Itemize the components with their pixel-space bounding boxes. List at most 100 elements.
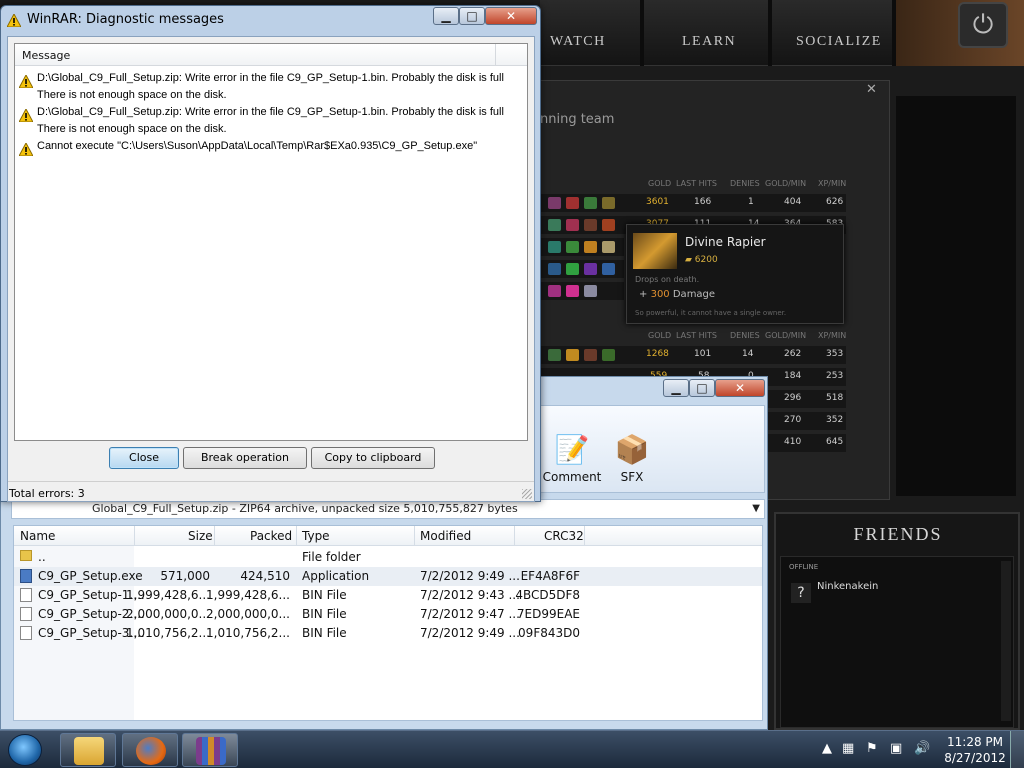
resize-grip[interactable] — [522, 489, 532, 499]
col-packed[interactable]: Packed — [250, 529, 292, 543]
divine-rapier-icon — [633, 233, 677, 269]
item-name: Divine Rapier — [685, 235, 766, 249]
score-row: 270 352 — [766, 412, 846, 430]
volume-icon[interactable]: 🔊 — [914, 741, 930, 756]
close-dialog-button[interactable]: Close — [109, 447, 179, 469]
application-icon — [20, 569, 32, 583]
item-tooltip: Divine Rapier ▰ 6200 Drops on death. + 3… — [626, 224, 844, 324]
taskbar: ▲ ▦ ⚑ ▣ 🔊 11:28 PM 8/27/2012 — [0, 730, 1024, 768]
close-button[interactable]: ✕ — [485, 7, 537, 25]
cell-gold-min: 184 — [784, 371, 802, 381]
col-xp-min: XP/MIN — [818, 331, 847, 340]
cell-gold-min: 262 — [784, 349, 802, 359]
message-line[interactable]: D:\Global_C9_Full_Setup.zip: Write error… — [37, 106, 504, 118]
file-row[interactable]: .. File folder — [14, 548, 762, 567]
copy-to-clipboard-button[interactable]: Copy to clipboard — [311, 447, 435, 469]
clock[interactable]: 11:28 PM 8/27/2012 — [942, 734, 1008, 766]
item-description: So powerful, it cannot have a single own… — [635, 309, 787, 317]
item-note: Drops on death. — [635, 275, 700, 284]
col-message[interactable]: Message — [22, 49, 70, 62]
clock-date: 8/27/2012 — [944, 751, 1006, 765]
message-line[interactable]: There is not enough space on the disk. — [37, 89, 227, 101]
friends-scrollbar[interactable] — [1001, 561, 1011, 721]
item-cost-value: 6200 — [694, 255, 718, 265]
show-hidden-icons-icon[interactable]: ▲ — [822, 741, 832, 756]
file-row[interactable]: C9_GP_Setup-2.... 2,000,000,0... 2,000,000… — [14, 605, 762, 624]
comment-label: Comment — [542, 470, 602, 484]
col-size[interactable]: Size — [188, 529, 213, 543]
taskbar-explorer[interactable] — [60, 733, 116, 767]
nav-separator — [640, 0, 644, 66]
col-last-hits: LAST HITS — [676, 179, 717, 188]
col-gold: GOLD — [648, 331, 672, 340]
offline-section-label: OFFLINE — [789, 563, 819, 571]
maximize-button[interactable]: □ — [689, 379, 715, 397]
col-gold-min: GOLD/MIN — [765, 179, 807, 188]
sfx-icon: 📦 — [614, 433, 650, 466]
col-gold-min: GOLD/MIN — [765, 331, 807, 340]
file-modified: 7/2/2012 9:43 ... — [420, 588, 520, 602]
message-list[interactable]: Message D:\Global_C9_Full_Setup.zip: Wri… — [14, 43, 528, 441]
file-size: 1,010,756,2... — [126, 626, 210, 640]
maximize-button[interactable]: □ — [459, 7, 485, 25]
nav-learn[interactable]: LEARN — [682, 34, 736, 50]
col-modified[interactable]: Modified — [420, 529, 471, 543]
col-type[interactable]: Type — [302, 529, 330, 543]
file-row[interactable]: C9_GP_Setup.exe 571,000 424,510 Application… — [14, 567, 762, 586]
item-damage: + 300 Damage — [639, 289, 715, 300]
taskbar-winrar[interactable] — [182, 733, 238, 767]
cell-gold-min: 410 — [784, 437, 802, 447]
start-button[interactable] — [8, 734, 42, 766]
cell-xp-min: 352 — [826, 415, 844, 425]
file-packed: 424,510 — [240, 569, 290, 583]
friends-title: FRIENDS — [853, 524, 943, 544]
friend-name[interactable]: Ninkenakein — [817, 581, 878, 592]
taskbar-firefox[interactable] — [122, 733, 178, 767]
cell-last-hits: 101 — [694, 349, 712, 359]
file-list: Name Size Packed Type Modified CRC32 .. F… — [13, 525, 763, 721]
item-cost: ▰ 6200 — [685, 255, 718, 265]
show-desktop-button[interactable] — [1010, 731, 1024, 768]
break-operation-button[interactable]: Break operation — [183, 447, 307, 469]
col-gold: GOLD — [648, 179, 672, 188]
file-icon — [20, 588, 32, 602]
dialog-title: WinRAR: Diagnostic messages — [27, 12, 224, 27]
chevron-down-icon[interactable]: ▼ — [752, 500, 760, 518]
window-caption-buttons: ▁ □ ✕ — [663, 379, 767, 399]
archive-path-bar[interactable]: Global_C9_Full_Setup.zip - ZIP64 archive… — [11, 499, 765, 519]
nav-separator — [768, 0, 772, 66]
file-size: 2,000,000,0... — [126, 607, 210, 621]
action-center-flag-icon[interactable]: ⚑ — [866, 741, 878, 756]
minimize-button[interactable]: ▁ — [663, 379, 689, 397]
message-line[interactable]: Cannot execute "C:\Users\Suson\AppData\L… — [37, 140, 477, 152]
cell-gold-min: 404 — [784, 197, 802, 207]
sfx-button[interactable]: 📦 SFX — [602, 428, 662, 492]
network-icon[interactable]: ▣ — [890, 741, 902, 756]
file-type: BIN File — [302, 626, 347, 640]
col-name[interactable]: Name — [20, 529, 55, 543]
comment-button[interactable]: 📝 Comment — [542, 428, 602, 492]
panel-close-icon[interactable]: ✕ — [866, 82, 877, 97]
cell-xp-min: 353 — [826, 349, 844, 359]
close-button[interactable]: ✕ — [715, 379, 765, 397]
file-modified: 7/2/2012 9:47 ... — [420, 607, 520, 621]
nav-socialize[interactable]: SOCIALIZE — [796, 34, 882, 50]
message-line[interactable]: There is not enough space on the disk. — [37, 123, 227, 135]
minimize-button[interactable]: ▁ — [433, 7, 459, 25]
file-packed: 1,010,756,2... — [206, 626, 290, 640]
diagnostic-dialog: WinRAR: Diagnostic messages ▁ □ ✕ Messag… — [0, 5, 541, 502]
col-crc32[interactable]: CRC32 — [544, 529, 584, 543]
file-crc: 09F843D0 — [518, 626, 580, 640]
side-panel — [896, 96, 1016, 496]
dialog-caption-buttons: ▁ □ ✕ — [433, 7, 539, 27]
cell-gold-min: 270 — [784, 415, 802, 425]
message-line[interactable]: D:\Global_C9_Full_Setup.zip: Write error… — [37, 72, 504, 84]
nav-watch[interactable]: WATCH — [550, 34, 606, 50]
cell-last-hits: 166 — [694, 197, 712, 207]
file-modified: 7/2/2012 9:49 ... — [420, 626, 520, 640]
file-row[interactable]: C9_GP_Setup-3.... 1,010,756,2... 1,010,756… — [14, 624, 762, 643]
tray-app-icon[interactable]: ▦ — [842, 741, 854, 756]
power-icon[interactable]: ⏻ — [958, 2, 1008, 48]
file-row[interactable]: C9_GP_Setup-1.... 1,999,428,6... 1,999,428… — [14, 586, 762, 605]
file-packed: 2,000,000,0... — [206, 607, 290, 621]
